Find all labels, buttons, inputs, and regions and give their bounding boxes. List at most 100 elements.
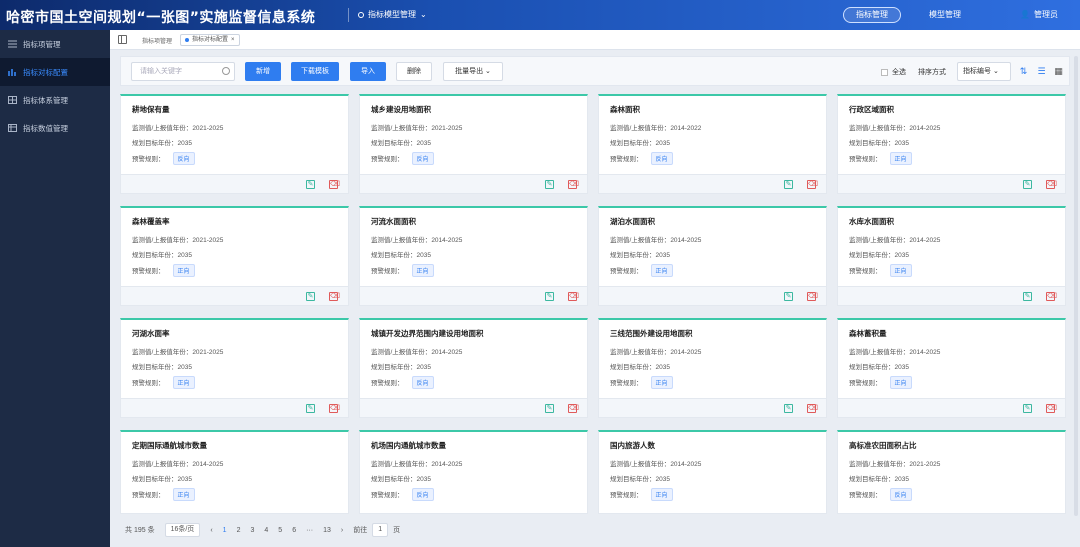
- page-5[interactable]: 5: [278, 527, 282, 534]
- sidebar-item-system-management[interactable]: 指标体系管理: [0, 86, 110, 114]
- indicator-card[interactable]: 国内旅游人数 监测值/上报值年份：2014-2025 规划目标年份：2035 预警规则…: [598, 430, 827, 514]
- page-4[interactable]: 4: [264, 527, 268, 534]
- edit-icon[interactable]: ✎: [784, 404, 793, 413]
- page-1[interactable]: 1: [223, 527, 227, 534]
- card-title: 湖泊水面面积: [610, 217, 655, 226]
- indicator-card[interactable]: 耕地保有量 监测值/上报值年份：2021-2025 规划目标年份：2035 预警规则：…: [120, 94, 349, 194]
- delete-icon[interactable]: ⌫: [329, 180, 340, 189]
- checkbox-icon: [881, 68, 888, 76]
- sidebar-item-label: 指标体系管理: [23, 95, 68, 105]
- page-unit: 页: [393, 527, 401, 534]
- edit-icon[interactable]: ✎: [545, 180, 554, 189]
- monitor-year-label: 监测值/上报值年份：: [371, 461, 432, 468]
- tab-indicator-management[interactable]: 指标管理: [843, 7, 901, 23]
- indicator-card[interactable]: 行政区域面积 监测值/上报值年份：2014-2025 规划目标年份：2035 预警规则…: [837, 94, 1066, 194]
- card-monitor-year: 监测值/上报值年份：2014-2025: [132, 458, 223, 468]
- indicator-card[interactable]: 森林蓄积量 监测值/上报值年份：2014-2025 规划目标年份：2035 预警规则：…: [837, 318, 1066, 418]
- edit-icon[interactable]: ✎: [545, 292, 554, 301]
- delete-icon[interactable]: ⌫: [807, 404, 818, 413]
- close-icon[interactable]: ×: [231, 35, 235, 45]
- card-monitor-year: 监测值/上报值年份：2014-2025: [849, 346, 940, 356]
- delete-icon[interactable]: ⌫: [329, 292, 340, 301]
- indicator-card[interactable]: 三线范围外建设用地面积 监测值/上报值年份：2014-2025 规划目标年份：203…: [598, 318, 827, 418]
- card-title: 森林蓄积量: [849, 329, 887, 338]
- target-year-value: 2035: [655, 252, 670, 259]
- sidebar-item-benchmark-config[interactable]: 指标对标配置: [0, 58, 110, 86]
- monitor-year-label: 监测值/上报值年份：: [610, 125, 671, 132]
- indicator-card[interactable]: 湖泊水面面积 监测值/上报值年份：2014-2025 规划目标年份：2035 预警规则…: [598, 206, 827, 306]
- indicator-card[interactable]: 河流水面面积 监测值/上报值年份：2014-2025 规划目标年份：2035 预警规则…: [359, 206, 588, 306]
- sidebar-item-value-management[interactable]: 指标数值管理: [0, 114, 110, 142]
- delete-icon[interactable]: ⌫: [1046, 180, 1057, 189]
- edit-icon[interactable]: ✎: [1023, 404, 1032, 413]
- monitor-year-label: 监测值/上报值年份：: [132, 237, 193, 244]
- edit-icon[interactable]: ✎: [784, 180, 793, 189]
- indicator-card[interactable]: 城镇开发边界范围内建设用地面积 监测值/上报值年份：2014-2025 规划目标年份…: [359, 318, 588, 418]
- search-input[interactable]: 请输入关键字: [131, 62, 235, 81]
- indicator-card[interactable]: 森林面积 监测值/上报值年份：2014-2022 规划目标年份：2035 预警规则：反…: [598, 94, 827, 194]
- warning-rule-label: 预警规则：: [371, 156, 404, 163]
- scrollbar[interactable]: [1074, 56, 1078, 516]
- page-6[interactable]: 6: [292, 527, 296, 534]
- monitor-year-label: 监测值/上报值年份：: [371, 349, 432, 356]
- add-button[interactable]: 新增: [245, 62, 281, 81]
- breadcrumb-parent[interactable]: 指标项管理: [142, 36, 172, 45]
- prev-page-icon[interactable]: ‹: [210, 527, 212, 534]
- delete-icon[interactable]: ⌫: [807, 292, 818, 301]
- page-13[interactable]: 13: [323, 527, 331, 534]
- indicator-card[interactable]: 河湖水面率 监测值/上报值年份：2021-2025 规划目标年份：2035 预警规则：…: [120, 318, 349, 418]
- delete-icon[interactable]: ⌫: [568, 292, 579, 301]
- indicator-card[interactable]: 森林覆盖率 监测值/上报值年份：2021-2025 规划目标年份：2035 预警规则：…: [120, 206, 349, 306]
- edit-icon[interactable]: ✎: [306, 292, 315, 301]
- edit-icon[interactable]: ✎: [1023, 292, 1032, 301]
- sort-order-icon[interactable]: ⇅: [1019, 67, 1028, 76]
- target-year-label: 规划目标年份：: [371, 252, 417, 259]
- edit-icon[interactable]: ✎: [545, 404, 554, 413]
- goto-page-input[interactable]: 1: [372, 523, 389, 537]
- edit-icon[interactable]: ✎: [1023, 180, 1032, 189]
- indicator-card[interactable]: 城乡建设用地面积 监测值/上报值年份：2021-2025 规划目标年份：2035 预警…: [359, 94, 588, 194]
- select-all-checkbox[interactable]: 全选: [881, 67, 906, 77]
- delete-icon[interactable]: ⌫: [807, 180, 818, 189]
- page-3[interactable]: 3: [250, 527, 254, 534]
- grid-view-icon[interactable]: ▦: [1054, 67, 1063, 76]
- indicator-card[interactable]: 定期国际通航城市数量 监测值/上报值年份：2014-2025 规划目标年份：2035…: [120, 430, 349, 514]
- list-view-icon[interactable]: ☰: [1037, 67, 1046, 76]
- card-warning-rule: 预警规则： 正向: [849, 152, 912, 165]
- tab-model-management[interactable]: 模型管理: [920, 7, 970, 23]
- page-size-select[interactable]: 16条/页: [164, 523, 201, 537]
- edit-icon[interactable]: ✎: [784, 292, 793, 301]
- warning-rule-tag: 正向: [889, 264, 912, 277]
- card-footer: ✎ ⌫: [599, 174, 826, 193]
- batch-export-button[interactable]: 批量导出 ⌄: [443, 62, 503, 81]
- delete-icon[interactable]: ⌫: [329, 404, 340, 413]
- indicator-card[interactable]: 机场国内通航城市数量 监测值/上报值年份：2014-2025 规划目标年份：2035…: [359, 430, 588, 514]
- delete-button[interactable]: 删除: [396, 62, 432, 81]
- page-ellipsis[interactable]: ···: [306, 527, 313, 534]
- sidebar-toggle-icon[interactable]: [118, 35, 127, 44]
- page-2[interactable]: 2: [237, 527, 241, 534]
- tab-benchmark-config[interactable]: 指标对标配置 ×: [180, 34, 240, 46]
- delete-icon[interactable]: ⌫: [568, 180, 579, 189]
- edit-icon[interactable]: ✎: [306, 404, 315, 413]
- chevron-down-icon: ⌄: [485, 68, 491, 75]
- search-icon[interactable]: [222, 67, 230, 75]
- delete-icon[interactable]: ⌫: [568, 404, 579, 413]
- warning-rule-tag: 正向: [650, 376, 673, 389]
- indicator-card[interactable]: 高标准农田面积占比 监测值/上报值年份：2021-2025 规划目标年份：2035 预…: [837, 430, 1066, 514]
- delete-icon[interactable]: ⌫: [1046, 404, 1057, 413]
- user-menu[interactable]: 👤 管理员: [1020, 9, 1058, 20]
- warning-rule-tag: 反向: [650, 152, 673, 165]
- sort-select[interactable]: 指标编号 ⌄: [957, 62, 1011, 81]
- sidebar-item-indicator-items[interactable]: 指标项管理: [0, 30, 110, 58]
- download-template-button[interactable]: 下载模板: [291, 62, 339, 81]
- warning-rule-label: 预警规则：: [849, 156, 882, 163]
- import-button[interactable]: 导入: [350, 62, 386, 81]
- target-year-label: 规划目标年份：: [371, 140, 417, 147]
- next-page-icon[interactable]: ›: [341, 527, 343, 534]
- system-select[interactable]: 指标模型管理 ⌄: [358, 9, 427, 20]
- card-title: 三线范围外建设用地面积: [610, 329, 693, 338]
- indicator-card[interactable]: 水库水面面积 监测值/上报值年份：2014-2025 规划目标年份：2035 预警规则…: [837, 206, 1066, 306]
- edit-icon[interactable]: ✎: [306, 180, 315, 189]
- delete-icon[interactable]: ⌫: [1046, 292, 1057, 301]
